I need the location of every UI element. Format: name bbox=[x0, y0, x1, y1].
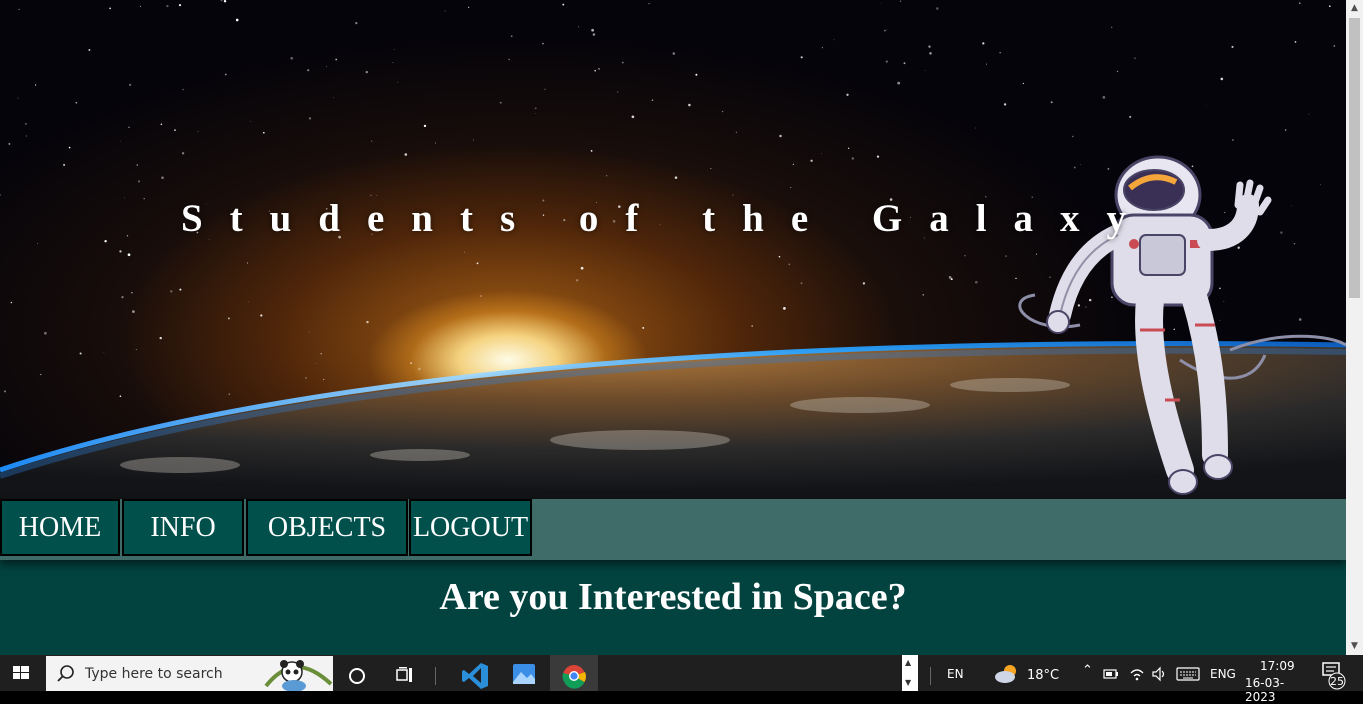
notification-center-button[interactable]: 25 bbox=[1318, 655, 1363, 691]
chrome-icon bbox=[562, 665, 586, 689]
scrollbar-thumb[interactable] bbox=[1349, 18, 1360, 298]
nav-objects-button[interactable]: OBJECTS bbox=[246, 499, 408, 556]
windows-logo-icon bbox=[13, 666, 29, 679]
main-navbar: HOME INFO OBJECTS LOGOUT bbox=[0, 499, 1346, 560]
vertical-scrollbar[interactable]: ▲ ▼ bbox=[1346, 0, 1363, 655]
vscode-icon bbox=[462, 663, 488, 689]
show-hidden-icons-chevron-icon[interactable]: ⌃ bbox=[1082, 663, 1093, 678]
weather-temperature: 18°C bbox=[1027, 668, 1060, 683]
photos-icon bbox=[513, 664, 535, 684]
task-view-button[interactable] bbox=[388, 655, 422, 691]
search-icon bbox=[57, 665, 74, 682]
start-button[interactable] bbox=[0, 655, 44, 691]
tray-divider bbox=[930, 667, 931, 685]
keyboard-layout-indicator[interactable]: ENG bbox=[1210, 667, 1236, 681]
taskbar-divider bbox=[434, 655, 438, 691]
system-tray-icons: ⌃ bbox=[1080, 655, 1200, 691]
clock-date: 16-03-2023 bbox=[1245, 676, 1285, 704]
panda-search-highlight-icon bbox=[264, 660, 333, 691]
chevron-up-icon: ▲ bbox=[905, 658, 912, 667]
weather-cloud-icon bbox=[995, 665, 1016, 683]
windows-taskbar: Type here to search ▲ ▼ EN 18°C ⌃ ENG 17… bbox=[0, 655, 1363, 704]
space-scene bbox=[0, 0, 1346, 499]
cortana-button[interactable] bbox=[340, 655, 374, 691]
taskbar-search-box[interactable]: Type here to search bbox=[46, 656, 333, 691]
search-placeholder: Type here to search bbox=[85, 666, 223, 682]
nav-logout-button[interactable]: LOGOUT bbox=[409, 499, 532, 556]
page-headline: Are you Interested in Space? bbox=[439, 576, 907, 618]
browser-viewport: Students of the Galaxy HOME INFO OBJECTS… bbox=[0, 0, 1346, 655]
task-view-icon bbox=[396, 667, 412, 682]
scroll-up-arrow-icon[interactable]: ▲ bbox=[1346, 0, 1363, 17]
vscode-taskbar-button[interactable] bbox=[455, 655, 497, 691]
wifi-icon[interactable] bbox=[1128, 655, 1146, 691]
volume-icon[interactable] bbox=[1150, 655, 1168, 691]
clock-time: 17:09 bbox=[1260, 659, 1295, 673]
notification-count-badge: 25 bbox=[1330, 675, 1344, 688]
weather-widget[interactable]: 18°C bbox=[992, 655, 1062, 691]
cortana-circle-icon bbox=[349, 668, 365, 684]
nav-home-button[interactable]: HOME bbox=[0, 499, 120, 556]
clock[interactable]: 17:09 16-03-2023 bbox=[1240, 655, 1310, 704]
battery-icon[interactable] bbox=[1102, 655, 1120, 691]
photos-taskbar-button[interactable] bbox=[503, 655, 545, 691]
nav-info-button[interactable]: INFO bbox=[122, 499, 244, 556]
chevron-down-icon: ▼ bbox=[905, 678, 912, 687]
site-title: Students of the Galaxy bbox=[180, 197, 1154, 240]
scroll-down-arrow-icon[interactable]: ▼ bbox=[1346, 638, 1363, 655]
taskbar-scroll-control[interactable]: ▲ ▼ bbox=[902, 655, 918, 691]
input-language-short[interactable]: EN bbox=[947, 667, 964, 681]
chrome-taskbar-button[interactable] bbox=[550, 655, 598, 691]
keyboard-icon[interactable] bbox=[1175, 655, 1201, 691]
hero-banner: Students of the Galaxy bbox=[0, 0, 1346, 499]
